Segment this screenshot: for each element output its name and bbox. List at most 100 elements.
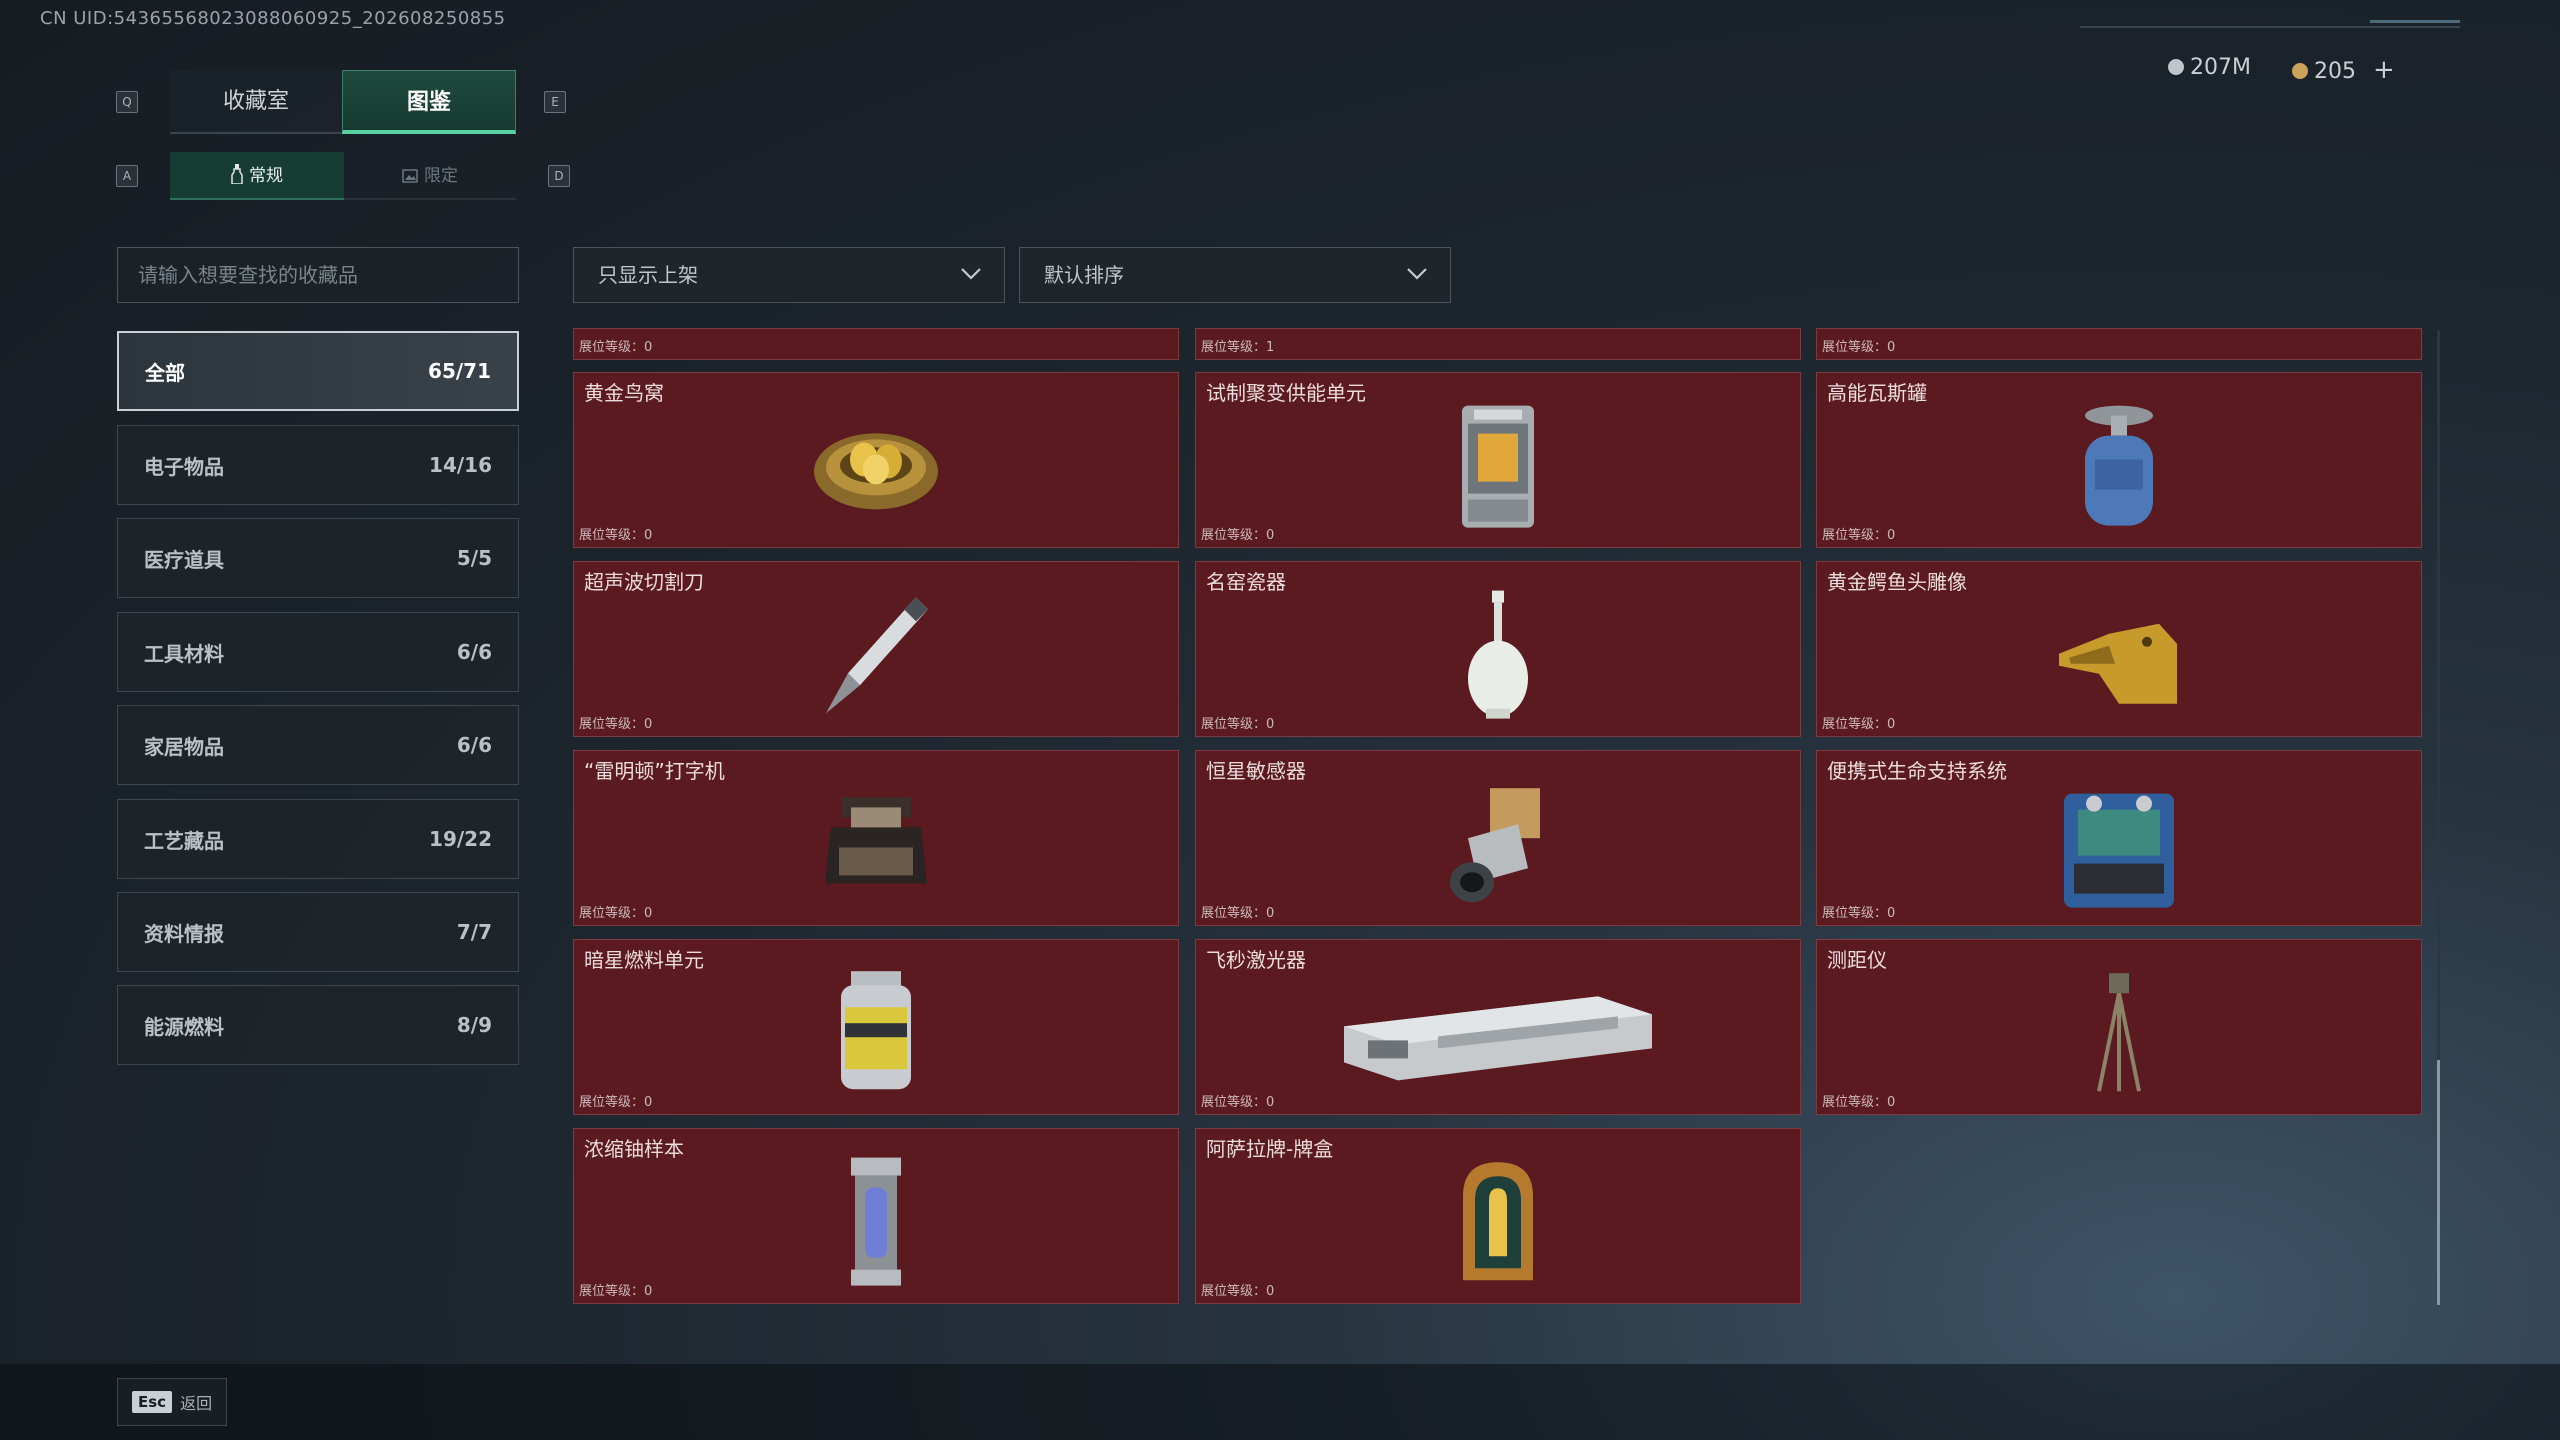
silver-currency: 207M (2168, 55, 2251, 80)
item-card-partial[interactable]: 展位等级：0 (573, 328, 1179, 360)
item-card[interactable]: 超声波切割刀 展位等级：0 (573, 561, 1179, 737)
item-name: 黄金鳄鱼头雕像 (1827, 570, 1967, 594)
prev-subtab-key[interactable]: A (116, 165, 138, 187)
collection-search-input[interactable]: 请输入想要查找的收藏品 (117, 247, 519, 303)
item-level: 展位等级：0 (579, 1284, 653, 1299)
category-count: 14/16 (429, 453, 492, 477)
item-name: 飞秒激光器 (1206, 948, 1306, 972)
item-name: 高能瓦斯罐 (1827, 381, 1927, 405)
subtab-limited[interactable]: 限定 (344, 152, 516, 200)
category-count: 6/6 (456, 733, 492, 757)
grid-scrollbar-thumb[interactable] (2437, 1060, 2440, 1305)
femto-laser-icon (1344, 996, 1652, 1081)
item-card[interactable]: 试制聚变供能单元 展位等级：0 (1195, 372, 1801, 548)
item-name: 试制聚变供能单元 (1206, 381, 1366, 405)
category-label: 家居物品 (144, 734, 224, 759)
silver-coin-icon (2168, 59, 2184, 75)
item-card[interactable]: 测距仪 展位等级：0 (1816, 939, 2422, 1115)
category-count: 6/6 (456, 640, 492, 664)
item-card[interactable]: 黄金鸟窝 展位等级：0 (573, 372, 1179, 548)
category-label: 电子物品 (144, 454, 224, 479)
category-electronics[interactable]: 电子物品 14/16 (117, 425, 519, 505)
category-label: 工具材料 (144, 641, 224, 666)
category-count: 65/71 (428, 359, 491, 383)
golden-nest-icon (814, 433, 938, 510)
item-name: 超声波切割刀 (584, 570, 704, 594)
category-count: 7/7 (456, 920, 492, 944)
silver-amount: 207M (2190, 55, 2251, 80)
item-name: 黄金鸟窝 (584, 381, 664, 405)
fuel-cell-icon (841, 971, 911, 1090)
shelf-filter-dropdown[interactable]: 只显示上架 (573, 247, 1005, 303)
item-card[interactable]: 飞秒激光器 展位等级：0 (1195, 939, 1801, 1115)
subtab-limited-label: 限定 (424, 166, 458, 186)
back-button[interactable]: Esc 返回 (117, 1378, 227, 1426)
add-gold-button[interactable]: + (2373, 55, 2395, 85)
category-count: 5/5 (456, 546, 492, 570)
gold-amount: 205 (2314, 59, 2356, 84)
bottle-icon (231, 155, 243, 203)
item-card[interactable]: 高能瓦斯罐 展位等级：0 (1816, 372, 2422, 548)
header-accent (2370, 20, 2460, 23)
item-level: 展位等级：0 (579, 528, 653, 543)
back-label: 返回 (180, 1394, 213, 1413)
porcelain-vase-icon (1468, 590, 1528, 719)
category-label: 工艺藏品 (144, 828, 224, 853)
item-card[interactable]: 便携式生命支持系统 展位等级：0 (1816, 750, 2422, 926)
image-icon (402, 154, 418, 202)
category-count: 19/22 (429, 827, 492, 851)
item-level: 展位等级：0 (1822, 528, 1896, 543)
footer-bar (0, 1364, 2560, 1440)
item-name: 暗星燃料单元 (584, 948, 704, 972)
chevron-down-icon (1407, 268, 1427, 280)
next-subtab-key[interactable]: D (548, 165, 570, 187)
tab-collection-room[interactable]: 收藏室 (170, 70, 342, 134)
rangefinder-icon (2097, 973, 2141, 1092)
item-name: 名窑瓷器 (1206, 570, 1286, 594)
item-card[interactable]: “雷明顿”打字机 展位等级：0 (573, 750, 1179, 926)
uranium-sample-icon (851, 1157, 901, 1286)
item-level: 展位等级：0 (1822, 1095, 1896, 1110)
ultrasonic-knife-icon (826, 597, 928, 714)
item-card[interactable]: 恒星敏感器 展位等级：0 (1195, 750, 1801, 926)
golden-croc-statue-icon (2059, 623, 2177, 704)
item-card[interactable]: 名窑瓷器 展位等级：0 (1195, 561, 1801, 737)
item-level: 展位等级：0 (579, 906, 653, 921)
item-name: 浓缩铀样本 (584, 1137, 684, 1161)
item-name: “雷明顿”打字机 (584, 759, 725, 783)
header-divider (2080, 26, 2460, 28)
sort-dropdown[interactable]: 默认排序 (1019, 247, 1451, 303)
item-level: 展位等级：0 (1201, 717, 1275, 732)
category-all[interactable]: 全部 65/71 (117, 331, 519, 411)
item-level: 展位等级：0 (579, 717, 653, 732)
gas-canister-icon (2085, 405, 2153, 526)
sort-value: 默认排序 (1044, 263, 1124, 287)
category-household[interactable]: 家居物品 6/6 (117, 705, 519, 785)
item-level: 展位等级：0 (1822, 906, 1896, 921)
item-level: 展位等级：0 (1201, 528, 1275, 543)
subtab-regular-label: 常规 (249, 166, 283, 186)
category-intel[interactable]: 资料情报 7/7 (117, 892, 519, 972)
category-count: 8/9 (456, 1013, 492, 1037)
category-energy[interactable]: 能源燃料 8/9 (117, 985, 519, 1065)
item-level: 展位等级：0 (579, 1095, 653, 1110)
tab-codex[interactable]: 图鉴 (342, 70, 516, 134)
item-name: 恒星敏感器 (1206, 759, 1306, 783)
item-card-partial[interactable]: 展位等级：0 (1816, 328, 2422, 360)
fusion-unit-icon (1462, 405, 1534, 528)
category-tools[interactable]: 工具材料 6/6 (117, 612, 519, 692)
prev-tab-key[interactable]: Q (116, 91, 138, 113)
item-card[interactable]: 黄金鳄鱼头雕像 展位等级：0 (1816, 561, 2422, 737)
item-card[interactable]: 浓缩铀样本 展位等级：0 (573, 1128, 1179, 1304)
category-label: 医疗道具 (144, 547, 224, 572)
category-medical[interactable]: 医疗道具 5/5 (117, 518, 519, 598)
item-card-partial[interactable]: 展位等级：1 (1195, 328, 1801, 360)
category-crafts[interactable]: 工艺藏品 19/22 (117, 799, 519, 879)
item-card[interactable]: 阿萨拉牌-牌盒 展位等级：0 (1195, 1128, 1801, 1304)
subtab-regular[interactable]: 常规 (170, 152, 344, 200)
card-box-icon (1463, 1162, 1533, 1281)
next-tab-key[interactable]: E (544, 91, 566, 113)
item-level: 展位等级：0 (1822, 340, 1896, 355)
item-level: 展位等级：0 (1822, 717, 1896, 732)
item-card[interactable]: 暗星燃料单元 展位等级：0 (573, 939, 1179, 1115)
